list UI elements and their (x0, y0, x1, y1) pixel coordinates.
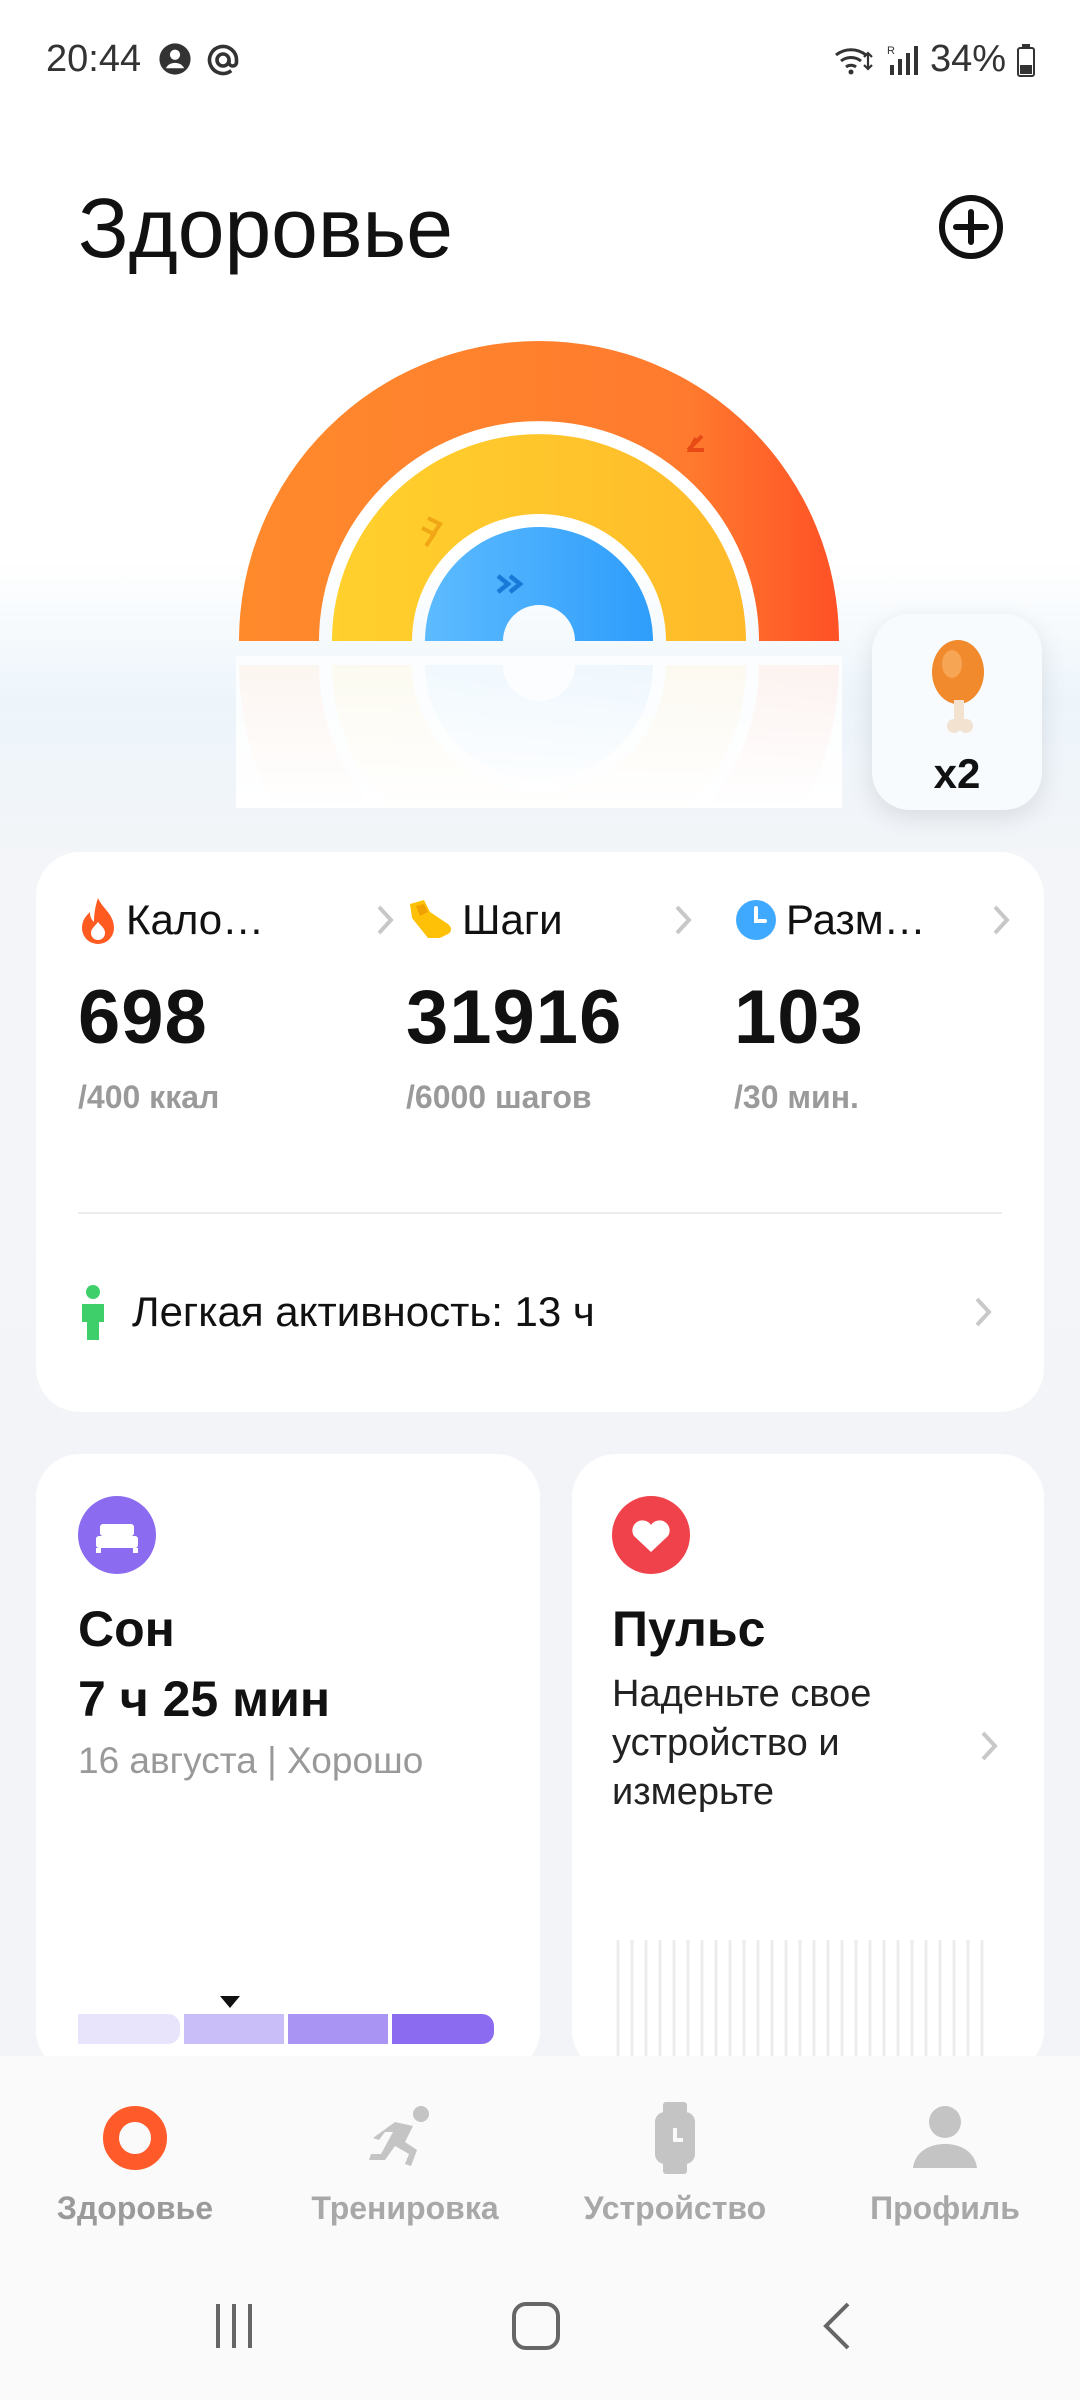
moving-ring (425, 527, 653, 641)
sleep-marker-icon (220, 1996, 240, 2008)
pulse-message: Наденьте свое устройство и измерьте (612, 1673, 872, 1813)
back-icon[interactable] (810, 2296, 870, 2356)
add-button[interactable] (936, 192, 1006, 262)
sleep-quality-bar (78, 1996, 494, 2044)
moving-goal: /30 мин. (734, 1079, 859, 1115)
steps-label: Шаги (462, 896, 563, 943)
steps-metric[interactable]: Шаги 31916 /6000 шагов (406, 892, 696, 1116)
clock-icon (736, 900, 776, 940)
reward-badge[interactable]: x2 (872, 614, 1042, 810)
health-ring-icon (103, 2106, 167, 2170)
chevron-right-icon (675, 905, 692, 935)
profile-icon (913, 2106, 977, 2168)
person-icon (82, 1285, 104, 1340)
calories-value: 698 (78, 975, 208, 1060)
at-sign-icon (207, 44, 239, 76)
account-circle-icon (159, 43, 191, 75)
pulse-chart-placeholder (616, 1940, 984, 2074)
steps-value: 31916 (406, 975, 623, 1060)
activity-rings[interactable] (236, 338, 842, 808)
nav-profile[interactable]: Профиль (810, 2098, 1080, 2227)
nav-device[interactable]: Устройство (540, 2098, 810, 2227)
battery-percent: 34% (929, 38, 1006, 80)
bottom-nav: Здоровье Тренировка Устройство Профиль (0, 2056, 1080, 2256)
system-nav (0, 2256, 1080, 2400)
recent-apps-icon[interactable] (204, 2296, 264, 2356)
calories-metric[interactable]: Кало… 698 /400 ккал (78, 892, 398, 1116)
chevron-right-icon (993, 905, 1010, 935)
signal-icon: R (887, 45, 918, 75)
page-title: Здоровье (78, 181, 454, 275)
home-icon[interactable] (506, 2296, 566, 2356)
sleep-duration: 7 ч 25 мин (78, 1671, 331, 1727)
nav-health-label: Здоровье (56, 2190, 214, 2226)
sleep-title: Сон (78, 1601, 175, 1657)
pulse-title: Пульс (612, 1601, 766, 1657)
pulse-card[interactable]: Пульс Наденьте свое устройство и измерьт… (572, 1454, 1044, 2074)
nav-health[interactable]: Здоровье (0, 2098, 270, 2227)
light-activity-row[interactable]: Легкая активность: 13 ч (78, 1272, 1002, 1352)
moving-value: 103 (734, 975, 864, 1060)
chevron-right-icon (981, 1731, 998, 1761)
sleep-card[interactable]: Сон 7 ч 25 мин 16 августа | Хорошо (36, 1454, 540, 2074)
wifi-icon (835, 47, 873, 74)
divider (78, 1212, 1002, 1214)
calories-label: Кало… (126, 896, 265, 943)
nav-profile-label: Профиль (870, 2190, 1020, 2226)
sleep-subtitle: 16 августа | Хорошо (78, 1740, 424, 1781)
summary-card: Кало… 698 /400 ккал Шаги 31916 /6000 шаг… (36, 852, 1044, 1412)
chevron-right-icon (377, 905, 394, 935)
svg-text:R: R (887, 45, 895, 57)
flame-icon (82, 898, 114, 944)
chevron-right-icon (975, 1297, 992, 1327)
heart-icon (612, 1496, 690, 1574)
drumstick-icon (932, 640, 984, 733)
watch-icon (655, 2102, 695, 2174)
calories-goal: /400 ккал (78, 1079, 220, 1115)
bed-icon (78, 1496, 156, 1574)
running-icon (369, 2106, 429, 2166)
status-right: R 34% (834, 38, 1036, 81)
light-activity-text: Легкая активность: 13 ч (132, 1288, 595, 1335)
moving-label: Разм… (786, 896, 926, 943)
status-time: 20:44 (46, 38, 142, 80)
moving-metric[interactable]: Разм… 103 /30 мин. (734, 892, 1014, 1116)
steps-goal: /6000 шагов (406, 1079, 592, 1115)
shoe-icon (410, 900, 451, 938)
battery-icon (1017, 43, 1035, 77)
nav-workout-label: Тренировка (311, 2190, 499, 2226)
reward-count: x2 (933, 750, 981, 797)
nav-workout[interactable]: Тренировка (270, 2098, 540, 2227)
nav-device-label: Устройство (583, 2190, 767, 2226)
